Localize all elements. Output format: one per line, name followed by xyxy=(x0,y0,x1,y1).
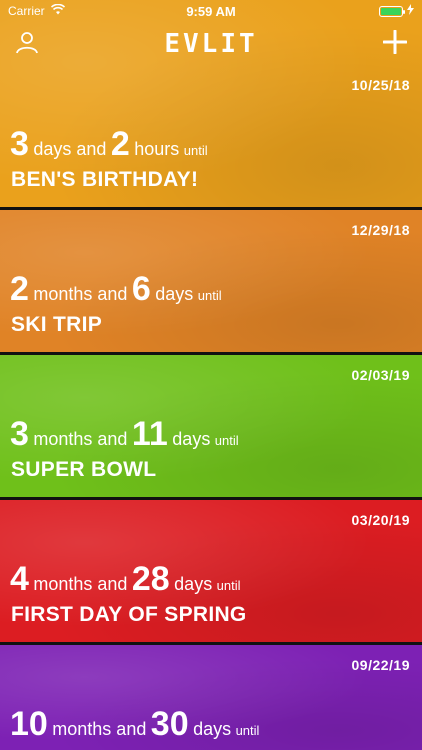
countdown-number: 10 xyxy=(10,705,48,743)
event-date: 09/22/19 xyxy=(351,657,410,673)
event-card[interactable]: 12/29/18 2 months and 6 days until SKI T… xyxy=(0,210,422,355)
countdown-number: 3 xyxy=(10,415,29,453)
event-countdown: 3 months and 11 days until xyxy=(10,415,239,454)
profile-button[interactable] xyxy=(12,29,42,59)
countdown-unit: days xyxy=(193,719,232,739)
event-name: FIRST DAY OF SPRING xyxy=(11,603,247,626)
nav-bar: EVLIT xyxy=(0,22,422,66)
event-list: 10/25/18 3 days and 2 hours until BEN'S … xyxy=(0,0,422,750)
event-name: BEN'S BIRTHDAY! xyxy=(11,168,199,191)
carrier-label: Carrier xyxy=(8,4,45,18)
wifi-icon xyxy=(50,3,65,18)
event-date: 03/20/19 xyxy=(351,512,410,528)
countdown-unit: months and xyxy=(33,429,128,449)
countdown-until: until xyxy=(214,433,239,448)
countdown-unit: days and xyxy=(33,139,107,159)
countdown-until: until xyxy=(183,143,208,158)
countdown-number: 2 xyxy=(110,125,130,163)
countdown-unit: months and xyxy=(33,284,128,304)
event-countdown: 3 days and 2 hours until xyxy=(10,125,208,164)
countdown-unit: days xyxy=(174,574,213,594)
event-date: 10/25/18 xyxy=(351,77,410,93)
event-name: SKI TRIP xyxy=(11,313,103,336)
event-date: 12/29/18 xyxy=(351,222,410,238)
countdown-number: 6 xyxy=(131,270,151,308)
battery-level xyxy=(381,7,401,15)
add-event-button[interactable] xyxy=(380,29,410,59)
countdown-until: until xyxy=(216,578,241,593)
countdown-number: 28 xyxy=(131,560,170,598)
event-card[interactable]: 09/22/19 10 months and 30 days until xyxy=(0,645,422,750)
event-card[interactable]: 02/03/19 3 months and 11 days until SUPE… xyxy=(0,355,422,500)
plus-icon xyxy=(382,29,408,59)
countdown-until: until xyxy=(235,723,260,738)
event-card[interactable]: 03/20/19 4 months and 28 days until FIRS… xyxy=(0,500,422,645)
event-date: 02/03/19 xyxy=(351,367,410,383)
event-name: SUPER BOWL xyxy=(11,458,157,481)
countdown-number: 11 xyxy=(131,415,168,453)
status-bar: Carrier 9:59 AM xyxy=(0,0,422,22)
countdown-unit: days xyxy=(172,429,211,449)
status-right xyxy=(379,4,414,18)
status-left: Carrier xyxy=(8,3,65,18)
countdown-number: 2 xyxy=(10,270,29,308)
bolt-icon xyxy=(407,4,414,18)
countdown-number: 3 xyxy=(10,125,29,163)
event-countdown: 10 months and 30 days until xyxy=(10,705,259,744)
countdown-number: 30 xyxy=(150,705,189,743)
countdown-until: until xyxy=(197,288,222,303)
countdown-unit: days xyxy=(155,284,194,304)
event-countdown: 4 months and 28 days until xyxy=(10,560,241,599)
countdown-unit: months and xyxy=(52,719,147,739)
person-icon xyxy=(15,30,39,59)
countdown-unit: hours xyxy=(134,139,180,159)
app-logo: EVLIT xyxy=(164,29,258,59)
event-countdown: 2 months and 6 days until xyxy=(10,270,222,309)
countdown-unit: months and xyxy=(33,574,128,594)
countdown-number: 4 xyxy=(10,560,29,598)
battery-icon xyxy=(379,5,405,17)
